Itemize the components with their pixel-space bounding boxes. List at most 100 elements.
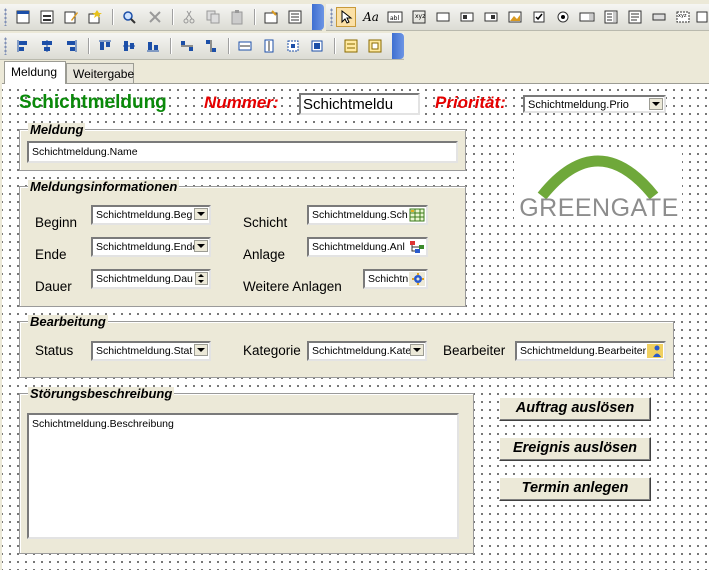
ende-combo[interactable]: Schichtmeldung.Ende [91, 237, 211, 257]
space-horizontal-icon[interactable] [178, 37, 196, 55]
toggle-icon[interactable] [434, 8, 452, 26]
image-icon[interactable]: xyz [674, 8, 692, 26]
tab-order-icon[interactable] [342, 37, 360, 55]
nummer-field[interactable]: Schichtmeldu [299, 93, 420, 115]
page-title: Schichtmeldung [19, 92, 167, 113]
edit-icon[interactable] [62, 8, 80, 26]
image-frame-icon[interactable] [506, 8, 524, 26]
label-icon[interactable]: Aa [362, 8, 380, 26]
beginn-combo[interactable]: Schichtmeldung.Beg [91, 205, 211, 225]
tab-weitergabe[interactable]: Weitergabe [66, 63, 134, 83]
view-icon[interactable] [38, 8, 56, 26]
option-group-icon[interactable]: xyz [410, 8, 428, 26]
radio-icon[interactable] [554, 8, 572, 26]
dauer-value: Schichtmeldung.Dau [96, 273, 193, 285]
frame-icon[interactable] [482, 8, 500, 26]
bearbeiter-field[interactable]: Schichtmeldung.Bearbeiter [515, 341, 666, 361]
kategorie-label: Kategorie [243, 343, 301, 358]
button-icon[interactable] [650, 8, 668, 26]
svg-text:xyz: xyz [415, 13, 425, 20]
prioritaet-combo[interactable]: Schichtmeldung.Prio [523, 95, 666, 113]
beginn-label: Beginn [35, 215, 78, 230]
checkbox-icon[interactable] [530, 8, 548, 26]
weitere-anlagen-label: Weitere Anlagen [243, 279, 342, 294]
align-center-icon[interactable] [38, 37, 56, 55]
anlage-tree-icon[interactable] [409, 240, 425, 254]
field-list-icon[interactable] [286, 8, 304, 26]
option-button-icon[interactable] [458, 8, 476, 26]
tab-meldung[interactable]: Meldung [4, 61, 66, 84]
termin-anlegen-button[interactable]: Termin anlegen [499, 477, 651, 501]
form-icon[interactable] [14, 8, 32, 26]
schicht-picker-icon[interactable] [409, 208, 425, 222]
toolbox-bar: Aa abl xyz xyz [326, 4, 709, 31]
copy-icon[interactable] [204, 8, 222, 26]
alignment-grip[interactable] [4, 37, 7, 55]
weitere-anlagen-value: Schichtn [368, 273, 409, 285]
chevron-down-icon[interactable] [194, 240, 208, 252]
kategorie-combo[interactable]: Schichtmeldung.Kate [307, 341, 427, 361]
find-icon[interactable] [120, 8, 138, 26]
align-middle-icon[interactable] [120, 37, 138, 55]
ende-label: Ende [35, 247, 67, 262]
anlage-label: Anlage [243, 247, 286, 262]
group-bearbeitung-title: Bearbeitung [28, 314, 108, 329]
auftrag-ausloesen-button[interactable]: Auftrag auslösen [499, 397, 651, 421]
dauer-spinner[interactable]: Schichtmeldung.Dau [91, 269, 211, 289]
chevron-down-icon[interactable] [194, 344, 208, 356]
textbox-icon[interactable]: abl [386, 8, 404, 26]
anlage-value: Schichtmeldung.Anl [312, 241, 405, 253]
align-right-icon[interactable] [62, 37, 80, 55]
toolbar-top [0, 4, 324, 31]
size-width-icon[interactable] [236, 37, 254, 55]
schicht-field[interactable]: Schichtmeldung.Sch [307, 205, 428, 225]
alignment-toolbar [0, 33, 404, 60]
bearbeiter-label: Bearbeiter [443, 343, 506, 358]
svg-text:xyz: xyz [678, 13, 687, 19]
chevron-down-icon[interactable] [410, 344, 424, 356]
align-top-icon[interactable] [96, 37, 114, 55]
more-icon[interactable] [696, 8, 708, 26]
logo-text: GREENGATE [519, 194, 679, 222]
spinner-arrows-icon[interactable] [195, 272, 208, 285]
nummer-label: Nummer: [204, 93, 279, 112]
paste-icon[interactable] [228, 8, 246, 26]
align-bottom-icon[interactable] [144, 37, 162, 55]
pointer-icon[interactable] [336, 7, 356, 27]
group-stoerung-title: Störungsbeschreibung [28, 386, 175, 401]
toolbox-grip[interactable] [330, 8, 333, 26]
status-value: Schichtmeldung.Stat [96, 345, 193, 357]
combo-icon[interactable] [578, 8, 596, 26]
name-field[interactable]: Schichtmeldung.Name [27, 141, 458, 163]
ende-value: Schichtmeldung.Ende [96, 241, 199, 253]
size-both-icon[interactable] [284, 37, 302, 55]
align-left-icon[interactable] [14, 37, 32, 55]
ereignis-ausloesen-button[interactable]: Ereignis auslösen [499, 437, 651, 461]
schicht-value: Schichtmeldung.Sch [312, 209, 408, 221]
properties-icon[interactable] [262, 8, 280, 26]
beschreibung-memo[interactable]: Schichtmeldung.Beschreibung [27, 413, 459, 539]
memo-icon[interactable] [626, 8, 644, 26]
prioritaet-label: Priorität: [435, 93, 506, 112]
status-combo[interactable]: Schichtmeldung.Stat [91, 341, 211, 361]
weitere-anlagen-gear-icon[interactable] [409, 272, 425, 286]
delete-icon[interactable] [146, 8, 164, 26]
space-vertical-icon[interactable] [202, 37, 220, 55]
bring-front-icon[interactable] [308, 37, 326, 55]
dauer-label: Dauer [35, 279, 72, 294]
beginn-value: Schichtmeldung.Beg [96, 209, 193, 221]
size-height-icon[interactable] [260, 37, 278, 55]
group-info-title: Meldungsinformationen [28, 179, 180, 194]
wizard-icon[interactable] [86, 8, 104, 26]
cut-icon[interactable] [180, 8, 198, 26]
user-picker-icon[interactable] [647, 344, 663, 358]
group-meldung-title: Meldung [28, 122, 86, 137]
weitere-anlagen-field[interactable]: Schichtn [363, 269, 428, 289]
anlage-field[interactable]: Schichtmeldung.Anl [307, 237, 428, 257]
toolbar-grip[interactable] [4, 8, 7, 26]
chevron-down-icon[interactable] [649, 98, 663, 110]
chevron-down-icon[interactable] [194, 208, 208, 220]
grid-icon[interactable] [366, 37, 384, 55]
prioritaet-value: Schichtmeldung.Prio [528, 99, 629, 111]
list-icon[interactable] [602, 8, 620, 26]
